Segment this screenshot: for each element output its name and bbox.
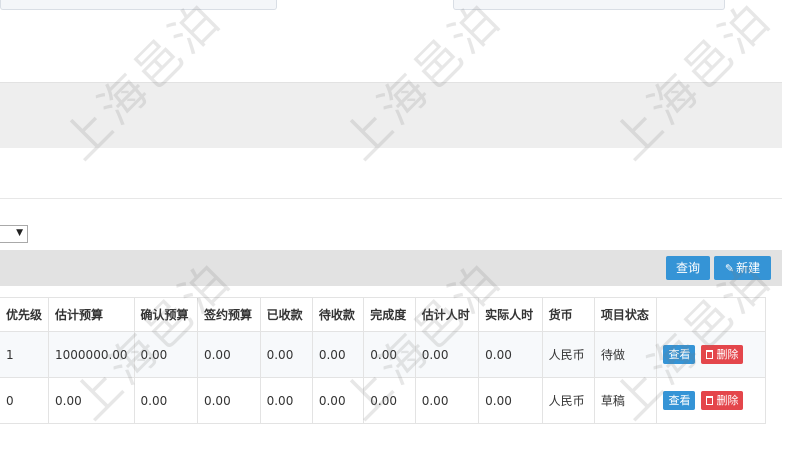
view-button[interactable]: 查看 (663, 391, 696, 410)
cell-pending: 0.00 (311, 331, 365, 378)
page-size-select[interactable]: ▼ (0, 225, 28, 243)
cell-status: 待做 (593, 331, 658, 378)
section-header-band (0, 82, 782, 148)
col-currency[interactable]: 货币 (541, 297, 595, 332)
cell-signed-budget: 0.00 (196, 377, 261, 424)
project-table: 优先级 估计预算 确认预算 签约预算 已收款 待收款 完成度 估计人时 实际人时… (0, 297, 766, 424)
col-est-hours[interactable]: 估计人时 (414, 297, 480, 332)
col-received[interactable]: 已收款 (259, 297, 313, 332)
cell-signed-budget: 0.00 (196, 331, 261, 378)
delete-button-label: 删除 (716, 394, 739, 407)
col-actions (656, 297, 766, 332)
cell-currency: 人民币 (541, 331, 595, 378)
col-est-budget[interactable]: 估计预算 (48, 297, 135, 332)
cell-priority: 0 (0, 377, 50, 424)
col-signed-budget[interactable]: 签约预算 (196, 297, 261, 332)
table-row: 0 0.00 0.00 0.00 0.00 0.00 0.00 0.00 0.0… (0, 377, 766, 424)
new-button-label: 新建 (736, 261, 761, 275)
table-header-row: 优先级 估计预算 确认预算 签约预算 已收款 待收款 完成度 估计人时 实际人时… (0, 297, 766, 332)
cell-actual-hours: 0.00 (478, 377, 543, 424)
col-actual-hours[interactable]: 实际人时 (478, 297, 543, 332)
section-divider (0, 198, 782, 199)
new-button[interactable]: ✎ 新建 (714, 256, 771, 280)
col-completion[interactable]: 完成度 (363, 297, 416, 332)
cell-actual-hours: 0.00 (478, 331, 543, 378)
cell-completion: 0.00 (363, 377, 416, 424)
table-toolbar (0, 250, 782, 286)
col-priority[interactable]: 优先级 (0, 297, 50, 332)
cell-est-budget: 1000000.00 (48, 331, 135, 378)
cell-actions: 查看 删除 (656, 331, 766, 378)
trash-icon (706, 396, 714, 405)
col-pending[interactable]: 待收款 (311, 297, 365, 332)
cell-completion: 0.00 (363, 331, 416, 378)
top-panel-right (453, 0, 725, 10)
delete-button[interactable]: 删除 (701, 345, 744, 364)
cell-status: 草稿 (593, 377, 658, 424)
view-button[interactable]: 查看 (663, 345, 696, 364)
delete-button-label: 删除 (716, 348, 739, 361)
cell-confirmed-budget: 0.00 (133, 377, 198, 424)
cell-est-hours: 0.00 (414, 377, 480, 424)
top-panel-left (0, 0, 277, 10)
pencil-icon: ✎ (724, 262, 735, 275)
trash-icon (706, 350, 714, 359)
cell-est-hours: 0.00 (414, 331, 480, 378)
cell-est-budget: 0.00 (48, 377, 135, 424)
table-row: 1 1000000.00 0.00 0.00 0.00 0.00 0.00 0.… (0, 331, 766, 378)
cell-confirmed-budget: 0.00 (133, 331, 198, 378)
delete-button[interactable]: 删除 (701, 391, 744, 410)
cell-currency: 人民币 (541, 377, 595, 424)
cell-received: 0.00 (259, 331, 313, 378)
chevron-down-icon: ▼ (16, 228, 23, 238)
col-confirmed-budget[interactable]: 确认预算 (133, 297, 198, 332)
cell-received: 0.00 (259, 377, 313, 424)
col-status[interactable]: 项目状态 (593, 297, 658, 332)
cell-actions: 查看 删除 (656, 377, 766, 424)
cell-priority: 1 (0, 331, 50, 378)
query-button[interactable]: 查询 (666, 256, 710, 280)
cell-pending: 0.00 (311, 377, 365, 424)
